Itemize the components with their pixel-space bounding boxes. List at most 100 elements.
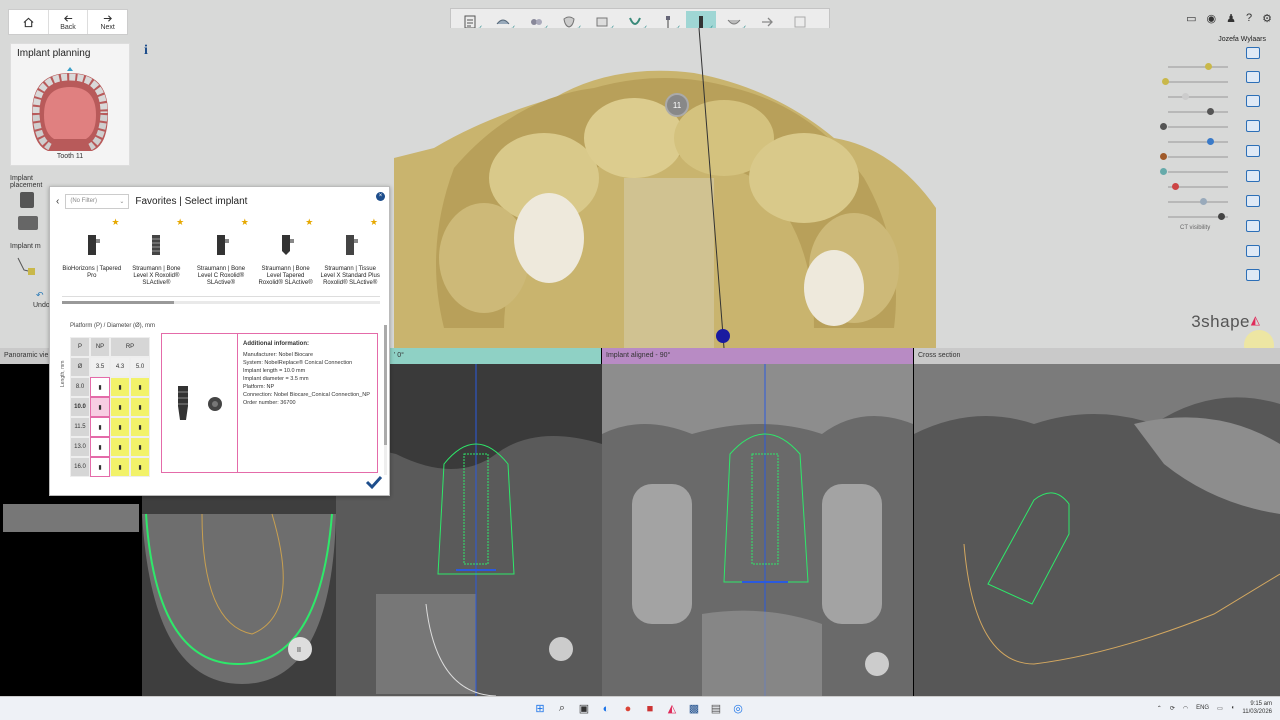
confirm-button[interactable] [365, 473, 383, 491]
star-icon[interactable]: ★ [176, 217, 184, 228]
favorite-item[interactable]: ★ Straumann | Tissue Level X Standard Pl… [320, 217, 380, 296]
implant-size-cell[interactable]: ▮ [130, 457, 150, 477]
implant-size-cell[interactable]: ▮ [110, 377, 130, 397]
visibility-slider[interactable] [1160, 77, 1230, 87]
camera-icon[interactable]: ◉ [1207, 12, 1217, 25]
implant-size-cell[interactable]: ▮ [130, 377, 150, 397]
implant-size-cell[interactable]: ▮ [130, 417, 150, 437]
implant-size-cell[interactable]: ▮ [90, 417, 110, 437]
remote-icon[interactable]: ◎ [730, 700, 746, 717]
implant-size-cell[interactable]: ▮ [130, 437, 150, 457]
implant-0-header: ' 0° [390, 348, 601, 364]
info-line: Implant diameter = 3.5 mm [243, 376, 309, 382]
implant-icon [346, 235, 359, 255]
task-view-icon[interactable]: ▣ [576, 700, 592, 717]
volume-icon[interactable]: ◖ [1231, 705, 1235, 711]
back-button[interactable]: Back [49, 10, 89, 34]
favorite-item[interactable]: ★ Straumann | Bone Level Tapered Roxolid… [256, 217, 316, 296]
length-label: 8.0 [70, 377, 90, 397]
visibility-slider[interactable] [1160, 122, 1230, 132]
search-icon[interactable]: ⌕ [554, 700, 570, 717]
implant-size-cell[interactable]: ▮ [90, 437, 110, 457]
start-icon[interactable]: ⊞ [532, 700, 548, 717]
visibility-slider[interactable] [1160, 197, 1230, 207]
layer-icon[interactable] [1246, 170, 1260, 182]
layer-icon[interactable] [1246, 71, 1260, 83]
dialog-header: ‹ (No Filter) ⌄ Favorites | Select impla… [50, 187, 389, 215]
chevron-left-icon[interactable]: ‹ [56, 196, 59, 207]
layer-icon[interactable] [1246, 95, 1260, 107]
implant-size-cell[interactable]: ▮ [130, 397, 150, 417]
star-icon[interactable]: ★ [370, 217, 378, 228]
settings-icon[interactable]: ⚙ [1262, 12, 1272, 25]
user-icon[interactable]: ♟ [1226, 12, 1236, 25]
visibility-slider[interactable] [1160, 137, 1230, 147]
grid-header: 5.0 [130, 357, 150, 377]
implant-size-cell[interactable]: ▮ [90, 457, 110, 477]
sync-icon[interactable]: ⟳ [1170, 705, 1175, 712]
sleeve-thumb-icon[interactable] [18, 216, 38, 230]
undo-icon[interactable]: ↶ [36, 290, 44, 301]
implant-size-cell[interactable]: ▮ [90, 377, 110, 397]
home-button[interactable] [9, 10, 49, 34]
layer-icon[interactable] [1246, 47, 1260, 59]
arch-thumbnail[interactable] [20, 63, 120, 153]
recorder-icon[interactable]: ■ [642, 700, 658, 717]
info-icon[interactable]: i [144, 43, 158, 61]
help-icon[interactable]: ? [1246, 12, 1252, 25]
layer-icon[interactable] [1246, 195, 1260, 207]
screen-icon[interactable]: ▭ [1186, 12, 1196, 25]
chevron-up-icon[interactable]: ⌃ [1157, 705, 1162, 712]
implant-size-cell-selected[interactable]: ▮ [90, 397, 110, 417]
visibility-controls: CT visibility [1160, 45, 1260, 281]
visibility-slider[interactable] [1160, 92, 1230, 102]
layer-icon[interactable] [1246, 145, 1260, 157]
language-indicator[interactable]: ENG [1196, 705, 1209, 711]
visibility-slider[interactable] [1160, 212, 1230, 222]
wifi-icon[interactable]: ◠ [1183, 705, 1188, 712]
layer-icon[interactable] [1246, 120, 1260, 132]
visibility-slider[interactable] [1160, 167, 1230, 177]
select-implant-dialog: ‹ (No Filter) ⌄ Favorites | Select impla… [49, 186, 390, 496]
tooth-11-marker[interactable]: 11 [665, 93, 689, 117]
visibility-slider[interactable] [1160, 107, 1230, 117]
favorite-item[interactable]: ★ BioHorizons | Tapered Pro [62, 217, 122, 296]
light-icon[interactable] [1246, 220, 1260, 232]
implant-size-cell[interactable]: ▮ [110, 457, 130, 477]
filter-dropdown[interactable]: (No Filter) ⌄ [65, 193, 130, 209]
implant-size-cell[interactable]: ▮ [110, 437, 130, 457]
close-icon[interactable]: × [376, 192, 385, 201]
implant-icon [281, 235, 294, 255]
file-icon[interactable]: ▤ [708, 700, 724, 717]
star-icon[interactable]: ★ [241, 217, 249, 228]
3d-arch-model[interactable] [394, 28, 936, 348]
favorite-item[interactable]: ★ Straumann | Bone Level C Roxolid® SLAc… [191, 217, 251, 296]
star-icon[interactable]: ★ [305, 217, 313, 228]
implant-thumb-icon[interactable] [20, 192, 34, 208]
implant-90-title: Implant aligned - 90° [606, 352, 671, 359]
details-scrollbar[interactable] [384, 325, 387, 475]
implant-90-view[interactable] [602, 364, 913, 696]
edge-icon[interactable]: ◐ [598, 700, 614, 717]
panoramic-thumbnail[interactable] [3, 504, 139, 532]
implant-size-cell[interactable]: ▮ [110, 397, 130, 417]
star-icon[interactable]: ★ [112, 217, 120, 228]
visibility-slider[interactable] [1160, 182, 1230, 192]
next-button[interactable]: Next [88, 10, 127, 34]
user-name: Jozefa Wylaars [1218, 36, 1266, 43]
cross-section-view[interactable] [914, 364, 1280, 696]
app-icon[interactable]: ▩ [686, 700, 702, 717]
network-icon[interactable]: ▭ [1217, 705, 1223, 712]
3shape-app-icon[interactable]: ◭ [664, 700, 680, 717]
implant-size-cell[interactable]: ▮ [110, 417, 130, 437]
measure-icon[interactable] [1246, 269, 1260, 281]
model-icon[interactable] [16, 256, 36, 276]
visibility-slider[interactable] [1160, 62, 1230, 72]
visibility-slider[interactable] [1160, 152, 1230, 162]
favorite-item[interactable]: ★ Straumann | Bone Level X Roxolid® SLAc… [127, 217, 187, 296]
favorites-scrollbar[interactable] [62, 301, 380, 304]
info-line: Platform: NP [243, 384, 275, 390]
clock[interactable]: 9:15 am 11/03/2026 [1242, 700, 1272, 716]
chrome-icon[interactable]: ● [620, 700, 636, 717]
camera-view-icon[interactable] [1246, 245, 1260, 257]
